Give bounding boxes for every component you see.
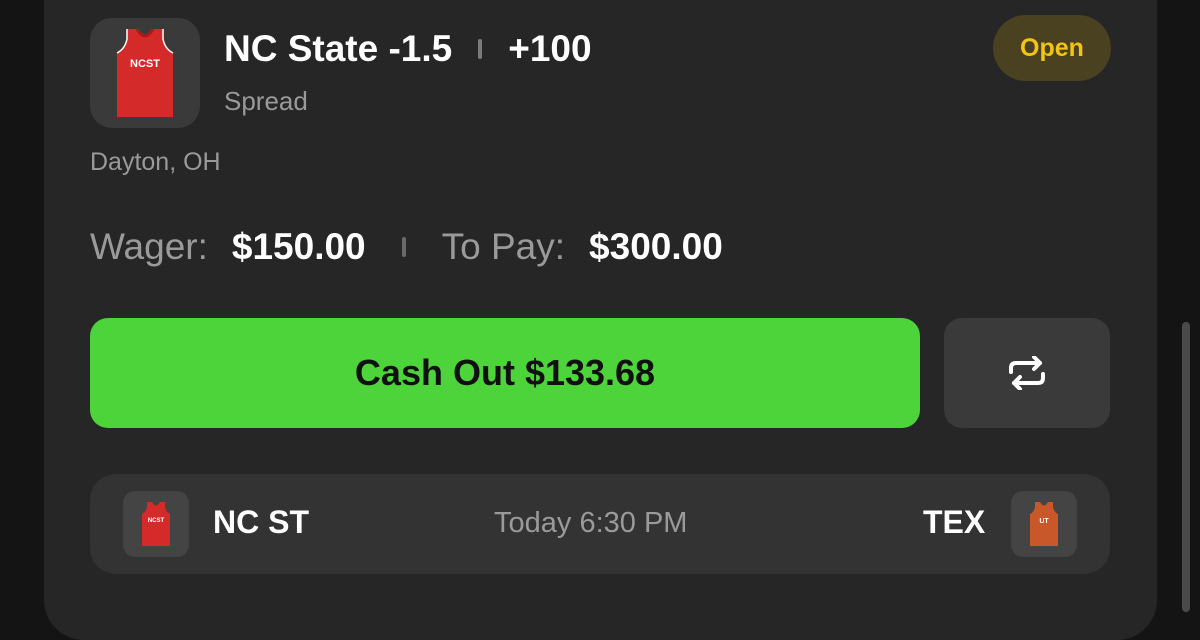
scrollbar[interactable] — [1182, 322, 1190, 612]
home-team-logo: NCST — [123, 491, 189, 557]
away-jersey-icon: UT — [1030, 502, 1058, 546]
away-jersey-text: UT — [1039, 518, 1049, 525]
location: Dayton, OH — [90, 148, 221, 176]
wager-label: Wager: — [90, 226, 208, 267]
topay-label: To Pay: — [441, 226, 566, 267]
game-time: Today 6:30 PM — [494, 507, 688, 539]
status-badge: Open — [993, 15, 1111, 81]
bet-title: NC State -1.5 +100 — [224, 28, 592, 70]
bet-selection: NC State -1.5 — [224, 28, 453, 69]
amount-divider — [401, 237, 406, 257]
wager-row: Wager: $150.00 To Pay: $300.00 — [90, 226, 723, 268]
title-divider — [478, 39, 483, 59]
away-team-logo: UT — [1011, 491, 1077, 557]
cash-out-button[interactable]: Cash Out $133.68 — [90, 318, 920, 428]
matchup-bar[interactable]: NCST NC ST Today 6:30 PM TEX UT — [90, 474, 1110, 574]
topay-value: $300.00 — [589, 226, 723, 267]
repeat-bet-button[interactable] — [944, 318, 1110, 428]
jersey-text: NCST — [130, 58, 160, 70]
away-team-name: TEX — [923, 504, 986, 540]
team-jersey-logo: NCST — [90, 18, 200, 128]
wager-value: $150.00 — [231, 226, 366, 267]
repeat-icon — [1009, 356, 1045, 390]
home-team-name: NC ST — [213, 504, 309, 540]
jersey-icon: NCST — [116, 28, 174, 117]
home-jersey-icon: NCST — [142, 502, 170, 546]
bet-type: Spread — [224, 86, 308, 116]
bet-odds: +100 — [508, 28, 592, 69]
home-jersey-text: NCST — [148, 518, 165, 524]
